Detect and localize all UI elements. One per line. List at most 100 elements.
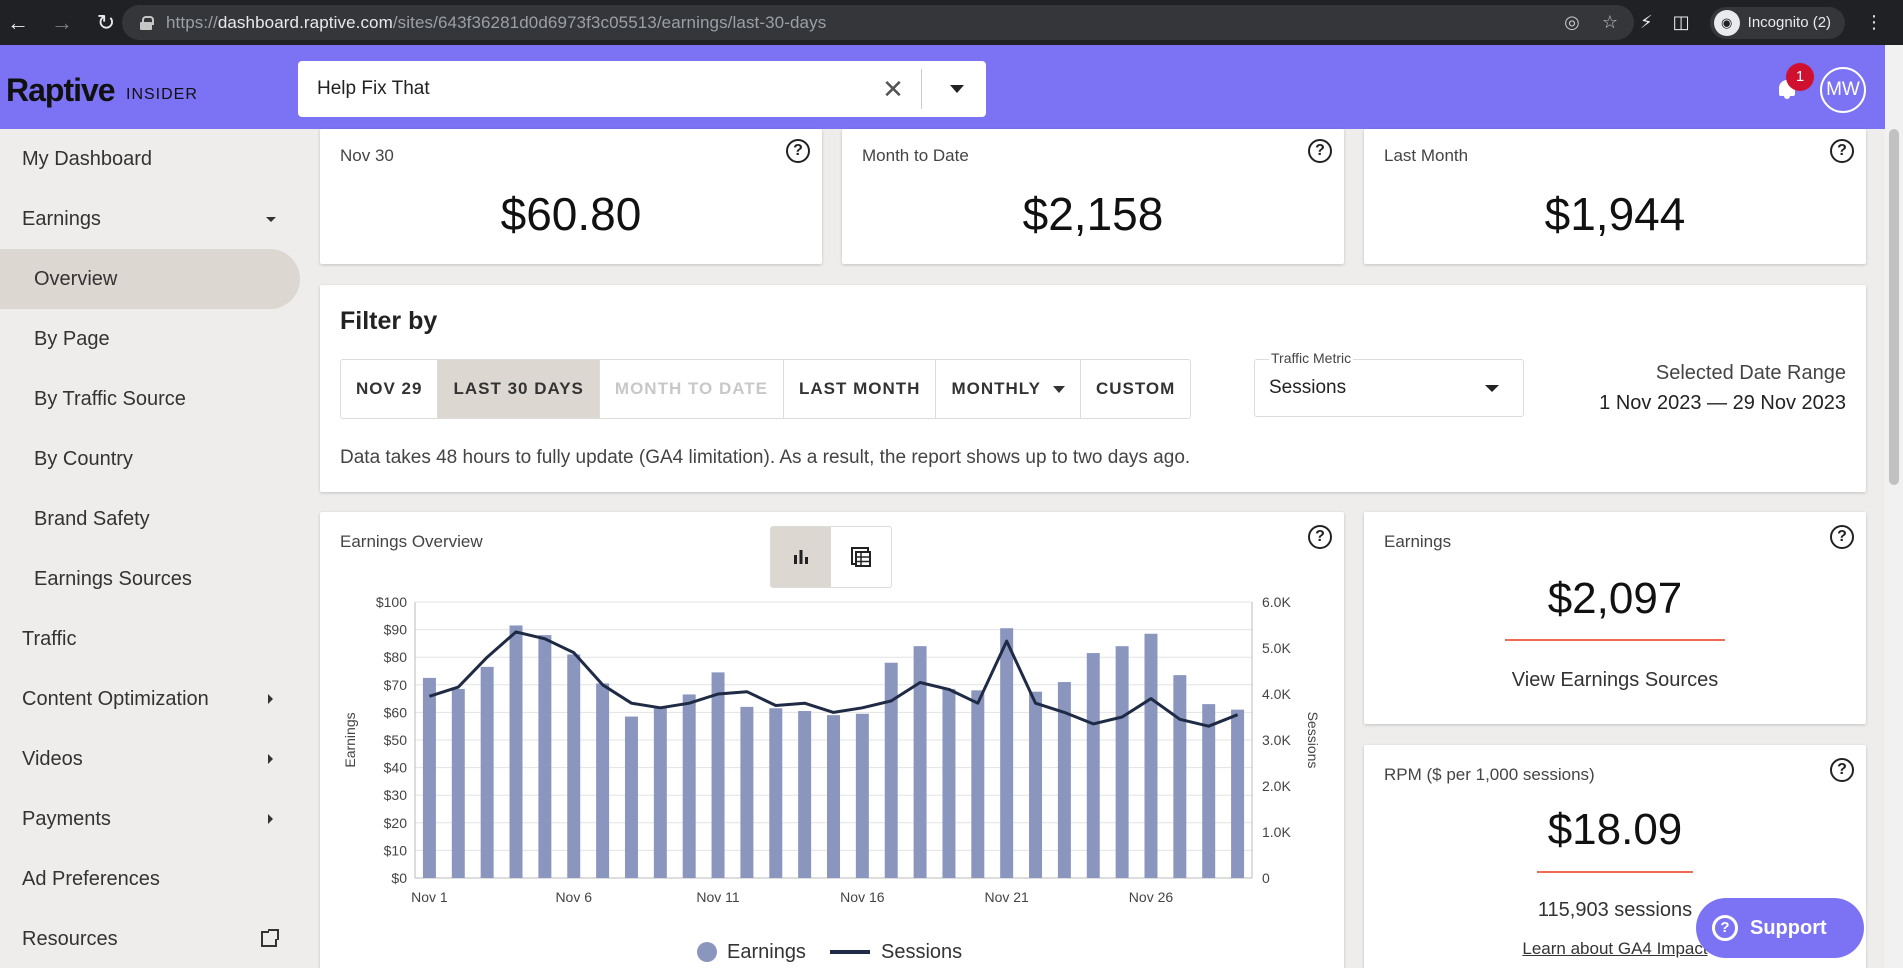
extension-icon[interactable]: ⚡ — [1640, 12, 1653, 33]
x-tick-label: Nov 26 — [1129, 889, 1174, 905]
menu-kebab-icon[interactable]: ⋮ — [1865, 12, 1883, 33]
y-tick-label: $100 — [376, 594, 407, 610]
divider — [921, 69, 922, 109]
sidebar-item-overview[interactable]: Overview — [0, 249, 300, 309]
filter-button-custom[interactable]: CUSTOM — [1081, 360, 1190, 418]
sidebar-item-by-page[interactable]: By Page — [0, 309, 300, 369]
bar-chart-view-button[interactable] — [771, 527, 831, 587]
help-icon[interactable]: ? — [1308, 139, 1332, 163]
y-tick-label: $10 — [384, 842, 408, 858]
y2-axis-label: Sessions — [1305, 712, 1321, 769]
stat-value: $2,158 — [1022, 188, 1164, 240]
sidebar-item-earnings-sources[interactable]: Earnings Sources — [0, 549, 300, 609]
earnings-card: Earnings ? $2,097 View Earnings Sources — [1364, 512, 1866, 724]
sidebar-item-earnings[interactable]: Earnings — [0, 189, 300, 249]
earnings-chart: $0 $10 $20 $30 $40 $50 $60 $70 $80 $90 $100 0 1.0K 2.… — [342, 594, 1321, 963]
bar-chart-icon — [794, 550, 808, 564]
y-tick-label: $70 — [384, 677, 408, 693]
address-bar[interactable]: https://dashboard.raptive.com/sites/643f… — [122, 5, 1634, 40]
divider — [1505, 639, 1725, 641]
filter-button-nov-29[interactable]: NOV 29 — [341, 360, 439, 418]
bar — [567, 654, 581, 878]
traffic-metric-value: Sessions — [1269, 377, 1347, 398]
sidebar-item-content-optimization[interactable]: Content Optimization — [0, 669, 300, 729]
filter-button-last-month[interactable]: LAST MONTH — [784, 360, 937, 418]
help-icon[interactable]: ? — [1830, 139, 1854, 163]
help-icon[interactable]: ? — [786, 139, 810, 163]
y2-tick-label: 2.0K — [1262, 778, 1291, 794]
bar — [624, 716, 638, 878]
scrollbar[interactable] — [1885, 45, 1903, 968]
sidebar-item-videos[interactable]: Videos — [0, 729, 300, 789]
sidebar-item-payments[interactable]: Payments — [0, 789, 300, 849]
divider — [1537, 871, 1693, 873]
bar — [913, 646, 927, 878]
bar — [451, 688, 465, 878]
raptive-logo[interactable]: Raptive — [6, 72, 116, 109]
sidepanel-icon[interactable]: ◫ — [1673, 12, 1690, 33]
stat-card-month-to-date: Month to Date ? $2,158 — [842, 129, 1344, 264]
y2-tick-label: 3.0K — [1262, 732, 1291, 748]
app-header: Raptive INSIDER Help Fix That ✕ 1 MW — [0, 45, 1885, 129]
rpm-value: $18.09 — [1547, 805, 1683, 854]
table-view-button[interactable] — [831, 527, 891, 587]
filter-title: Filter by — [340, 307, 438, 335]
notification-badge[interactable]: 1 — [1786, 63, 1814, 91]
reload-icon[interactable]: ↻ — [94, 10, 118, 35]
bar — [422, 677, 436, 878]
forward-icon[interactable]: → — [50, 10, 74, 35]
caret-right-icon — [268, 694, 273, 704]
avatar[interactable]: MW — [1820, 67, 1866, 113]
y2-tick-label: 0 — [1262, 870, 1270, 886]
close-icon[interactable]: ✕ — [873, 74, 913, 105]
filter-button-last-30-days[interactable]: LAST 30 DAYS — [438, 360, 600, 418]
traffic-metric-label: Traffic Metric — [1269, 350, 1354, 366]
y-tick-label: $40 — [384, 760, 408, 776]
browser-toolbar: ← → ↻ https://dashboard.raptive.com/site… — [0, 0, 1903, 45]
sidebar-item-by-traffic-source[interactable]: By Traffic Source — [0, 369, 300, 429]
x-tick-label: Nov 1 — [411, 889, 448, 905]
traffic-metric-select[interactable]: Traffic Metric Sessions — [1254, 350, 1524, 417]
bar — [1029, 691, 1043, 878]
sidebar-item-traffic[interactable]: Traffic — [0, 609, 300, 669]
earnings-label: Earnings — [1384, 532, 1452, 551]
y-tick-label: $20 — [384, 815, 408, 831]
y2-tick-label: 5.0K — [1262, 640, 1291, 656]
bar — [1144, 633, 1158, 878]
sidebar-item-by-country[interactable]: By Country — [0, 429, 300, 489]
sidebar-item-brand-safety[interactable]: Brand Safety — [0, 489, 300, 549]
y-tick-label: $30 — [384, 787, 408, 803]
support-button[interactable]: ? Support — [1696, 898, 1864, 958]
view-earnings-sources-link[interactable]: View Earnings Sources — [1364, 669, 1866, 692]
x-tick-label: Nov 16 — [840, 889, 885, 905]
help-icon[interactable]: ? — [1830, 525, 1854, 549]
site-selector[interactable]: Help Fix That ✕ — [298, 61, 986, 117]
scrollbar-thumb[interactable] — [1889, 129, 1899, 485]
help-icon[interactable]: ? — [1308, 525, 1332, 549]
lock-icon — [140, 15, 154, 30]
incognito-badge[interactable]: ◉ Incognito (2) — [1709, 6, 1846, 39]
y-axis-label: Earnings — [342, 712, 358, 767]
chevron-down-icon[interactable] — [950, 85, 964, 93]
rpm-label: RPM ($ per 1,000 sessions) — [1384, 765, 1595, 784]
sidebar-item-resources[interactable]: Resources — [0, 909, 300, 968]
selected-date-range-label: Selected Date Range — [1655, 362, 1846, 384]
bar — [1115, 646, 1129, 878]
bar — [798, 711, 812, 878]
back-icon[interactable]: ← — [6, 10, 30, 35]
bar — [827, 715, 840, 878]
y-tick-label: $50 — [384, 732, 408, 748]
y-tick-label: $60 — [384, 704, 408, 720]
eye-off-icon[interactable]: ◎ — [1564, 12, 1580, 33]
sidebar-item-my-dashboard[interactable]: My Dashboard — [0, 129, 300, 189]
earnings-value: $2,097 — [1547, 574, 1683, 623]
help-icon[interactable]: ? — [1830, 758, 1854, 782]
bar — [682, 694, 696, 878]
caret-right-icon — [268, 814, 273, 824]
sidebar-item-ad-preferences[interactable]: Ad Preferences — [0, 849, 300, 909]
filter-button-monthly[interactable]: MONTHLY — [936, 360, 1081, 418]
selected-date-range-value: 1 Nov 2023 — 29 Nov 2023 — [1599, 392, 1846, 414]
bar — [740, 706, 754, 878]
star-icon[interactable]: ☆ — [1602, 12, 1618, 33]
site-selector-value: Help Fix That — [317, 78, 430, 99]
